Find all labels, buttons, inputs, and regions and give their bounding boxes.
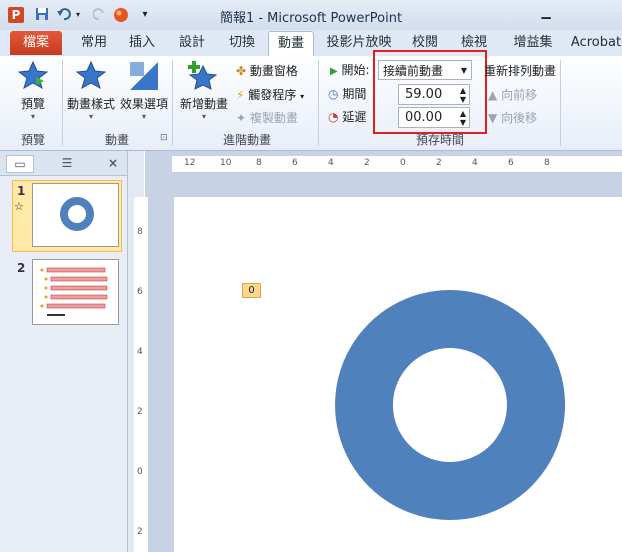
group-label-timing: 預存時間 [415,133,464,147]
duration-label-text: 期間 [342,87,367,101]
dialog-launcher-icon[interactable]: ⊡ [160,133,168,143]
ribbon-divider [318,60,319,146]
ruler-tick-label: 2 [364,158,370,168]
clock-icon: ◷ [328,87,339,101]
outline-tab-icon[interactable]: ☰ [54,155,80,171]
slides-tab-icon[interactable]: ▭ [6,155,34,173]
ruler-tick-label: 6 [292,158,298,168]
animation-painter-icon: ✦ [236,111,247,125]
tab-design[interactable]: 設計 [170,31,214,55]
window-title: 簡報1 - Microsoft PowerPoint [219,11,403,26]
preview-dropdown-icon[interactable]: ▾ [10,112,56,121]
tab-animations[interactable]: 動畫 [268,31,314,57]
animation-painter-button: ✦ 複製動畫 [236,108,298,128]
slide-2-content-thumbnail [40,267,108,316]
move-earlier-button: ▲ 向前移 [488,85,537,105]
reorder-label: 重新排列動畫 [484,64,557,78]
animation-style-button[interactable]: 動畫樣式 [64,95,118,112]
ruler-tick-label: 2 [137,527,143,537]
tab-file[interactable]: 檔案 [10,31,62,55]
ruler-tick-label: 0 [137,467,143,477]
ruler-tick-label: 4 [472,158,478,168]
tab-insert[interactable]: 插入 [120,31,164,55]
animation-star-marker-icon: ☆ [14,200,24,213]
group-label-preview: 預覽 [20,133,45,147]
animation-style-star-icon[interactable] [75,60,107,93]
animation-painter-label: 複製動畫 [249,111,298,125]
tab-acrobat[interactable]: Acrobat [566,31,622,55]
ruler-tick-label: 6 [508,158,514,168]
donut-shape-graphic [335,290,566,520]
slide-2-preview[interactable] [32,259,119,325]
slide-number-1: 1 [17,184,26,198]
add-animation-dropdown-icon[interactable]: ▾ [178,112,230,121]
start-label: ▶ 開始: [330,60,370,80]
animation-order-tag[interactable]: 0 [242,283,261,298]
animation-style-dropdown-icon[interactable]: ▾ [64,112,118,121]
minimize-icon[interactable]: ▁ [538,5,554,19]
trigger-lightning-icon: ⚡ [236,88,245,102]
effect-options-button[interactable]: 效果選項 [118,95,170,112]
delay-icon: ◔ [328,110,339,124]
delay-label-text: 延遲 [342,110,367,124]
ruler-tick-label: 2 [137,407,143,417]
trigger-button[interactable]: ⚡ 觸發程序 ▾ [236,85,304,105]
start-label-text: 開始: [341,63,370,77]
trigger-dropdown-icon: ▾ [300,92,305,101]
tab-home[interactable]: 常用 [72,31,116,55]
start-play-icon: ▶ [330,66,338,77]
ruler-tick-label: 8 [256,158,262,168]
ruler-tick-label: 8 [544,158,550,168]
slide-1-preview[interactable] [32,183,119,247]
ribbon-divider [62,60,63,146]
preview-star-icon[interactable] [17,60,49,93]
ruler-tick-label: 10 [220,158,232,168]
move-earlier-label: 向前移 [501,88,538,102]
ribbon-divider [560,60,561,146]
preview-button[interactable]: 預覽 [10,95,56,112]
duration-label: ◷ 期間 [328,84,366,104]
move-later-button: ▼ 向後移 [488,108,537,128]
donut-shape[interactable] [335,290,566,523]
move-later-label: 向後移 [501,111,538,125]
ruler-tick-label: 2 [436,158,442,168]
add-animation-icon[interactable] [188,60,218,93]
delay-label: ◔ 延遲 [328,107,366,127]
group-label-advanced-animation: 進階動畫 [222,133,271,147]
ruler-tick-label: 4 [137,347,143,357]
slide-1-donut-thumbnail [60,197,94,231]
ruler-tick-label: 6 [137,287,143,297]
highlight-box [373,50,487,134]
animation-pane-icon: ✤ [236,64,247,78]
ribbon-divider [172,60,173,146]
tab-transitions[interactable]: 切換 [220,31,264,55]
up-triangle-icon: ▲ [488,88,498,102]
ruler-tick-label: 8 [137,227,143,237]
down-triangle-icon: ▼ [488,111,498,125]
vertical-ruler-labels: 8 6 4 2 0 2 [135,197,147,552]
group-label-animation: 動畫 [104,133,129,147]
add-animation-button[interactable]: 新增動畫 [178,95,230,112]
ruler-tick-label: 12 [184,158,196,168]
effect-options-dropdown-icon[interactable]: ▾ [118,112,170,121]
ruler-tick-label: 4 [328,158,334,168]
slide-number-2: 2 [17,261,26,275]
horizontal-ruler-labels: 12 10 8 6 4 2 0 2 4 6 8 [172,158,622,170]
close-panel-icon[interactable]: × [104,155,122,171]
animation-pane-label: 動畫窗格 [249,64,298,78]
tab-addins[interactable]: 增益集 [505,31,561,55]
animation-pane-button[interactable]: ✤ 動畫窗格 [236,61,298,81]
ruler-tick-label: 0 [400,158,406,168]
effect-options-icon[interactable] [128,60,158,93]
trigger-label: 觸發程序 [248,88,297,102]
